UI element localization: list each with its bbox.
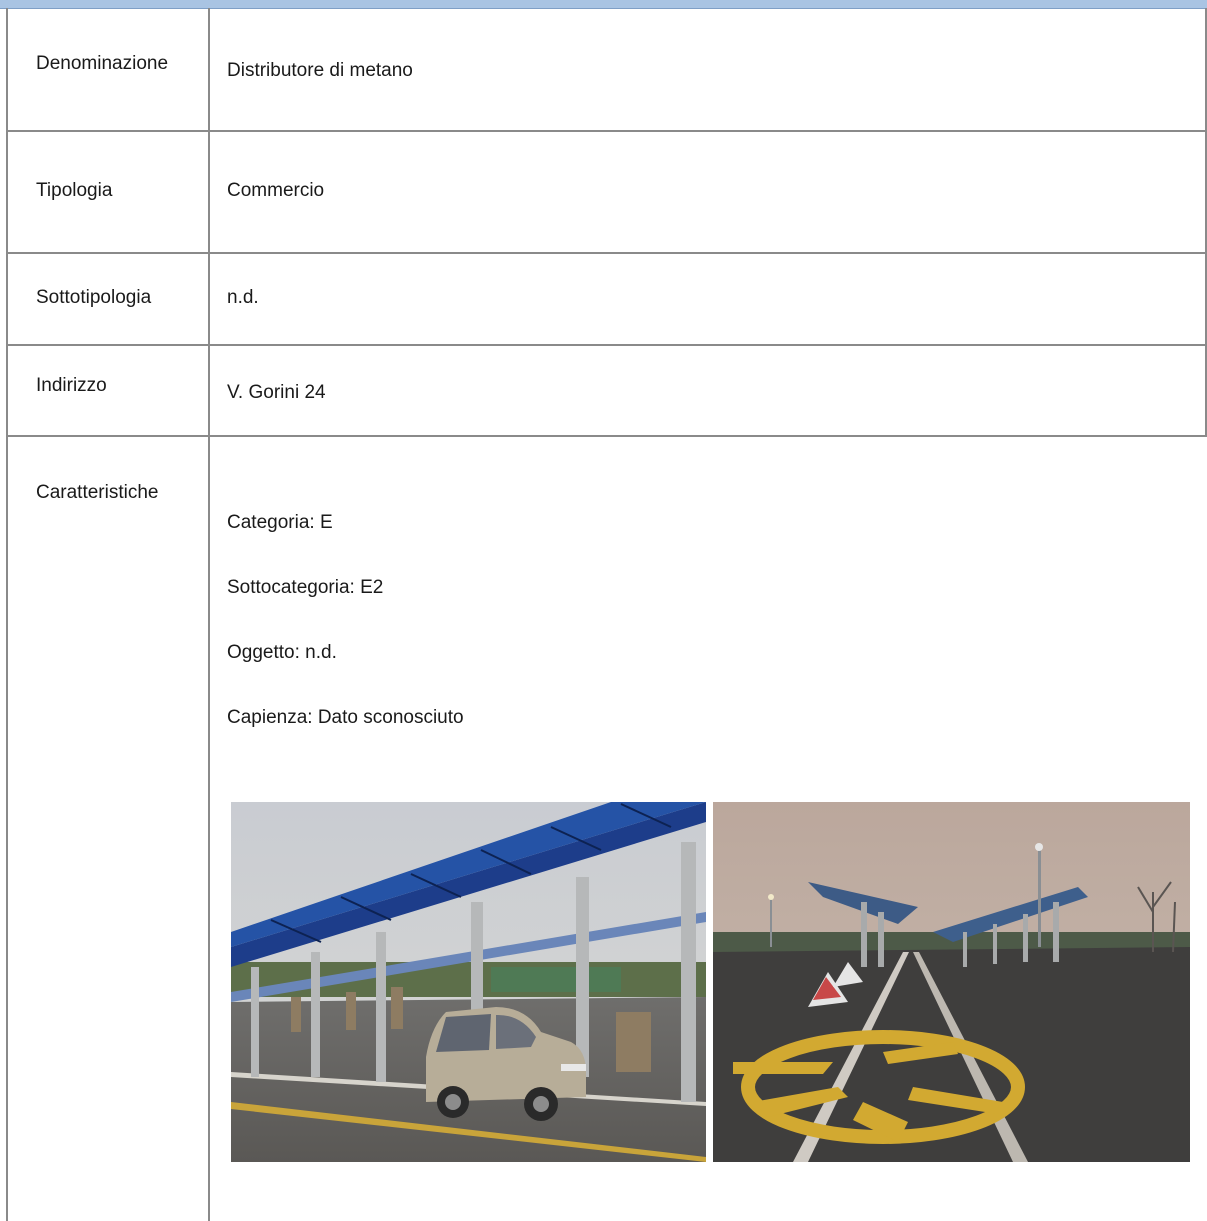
row-label-indirizzo: Indirizzo	[36, 375, 107, 396]
table-column-divider	[208, 8, 210, 1221]
caratteristiche-line: Categoria: E	[227, 512, 333, 533]
row-divider	[6, 252, 1207, 254]
row-divider	[6, 130, 1207, 132]
row-label-denominazione: Denominazione	[36, 53, 169, 74]
row-label-caratteristiche: Caratteristiche	[36, 482, 159, 503]
row-value-tipologia: Commercio	[227, 180, 325, 201]
row-divider	[6, 344, 1207, 346]
photo-canopy-with-car	[231, 802, 706, 1162]
row-label-tipologia: Tipologia	[36, 180, 113, 201]
caratteristiche-line: Oggetto: n.d.	[227, 642, 337, 663]
header-band	[0, 0, 1207, 9]
row-label-sottotipologia: Sottotipologia	[36, 287, 152, 308]
row-value-denominazione: Distributore di metano	[227, 60, 413, 81]
row-value-sottotipologia: n.d.	[227, 287, 259, 308]
caratteristiche-line: Sottocategoria: E2	[227, 577, 384, 598]
row-divider	[6, 435, 1207, 437]
caratteristiche-line: Capienza: Dato sconosciuto	[227, 707, 464, 728]
table-left-border	[6, 8, 8, 1221]
photo-empty-forecourt	[713, 802, 1190, 1162]
row-value-indirizzo: V. Gorini 24	[227, 382, 326, 403]
